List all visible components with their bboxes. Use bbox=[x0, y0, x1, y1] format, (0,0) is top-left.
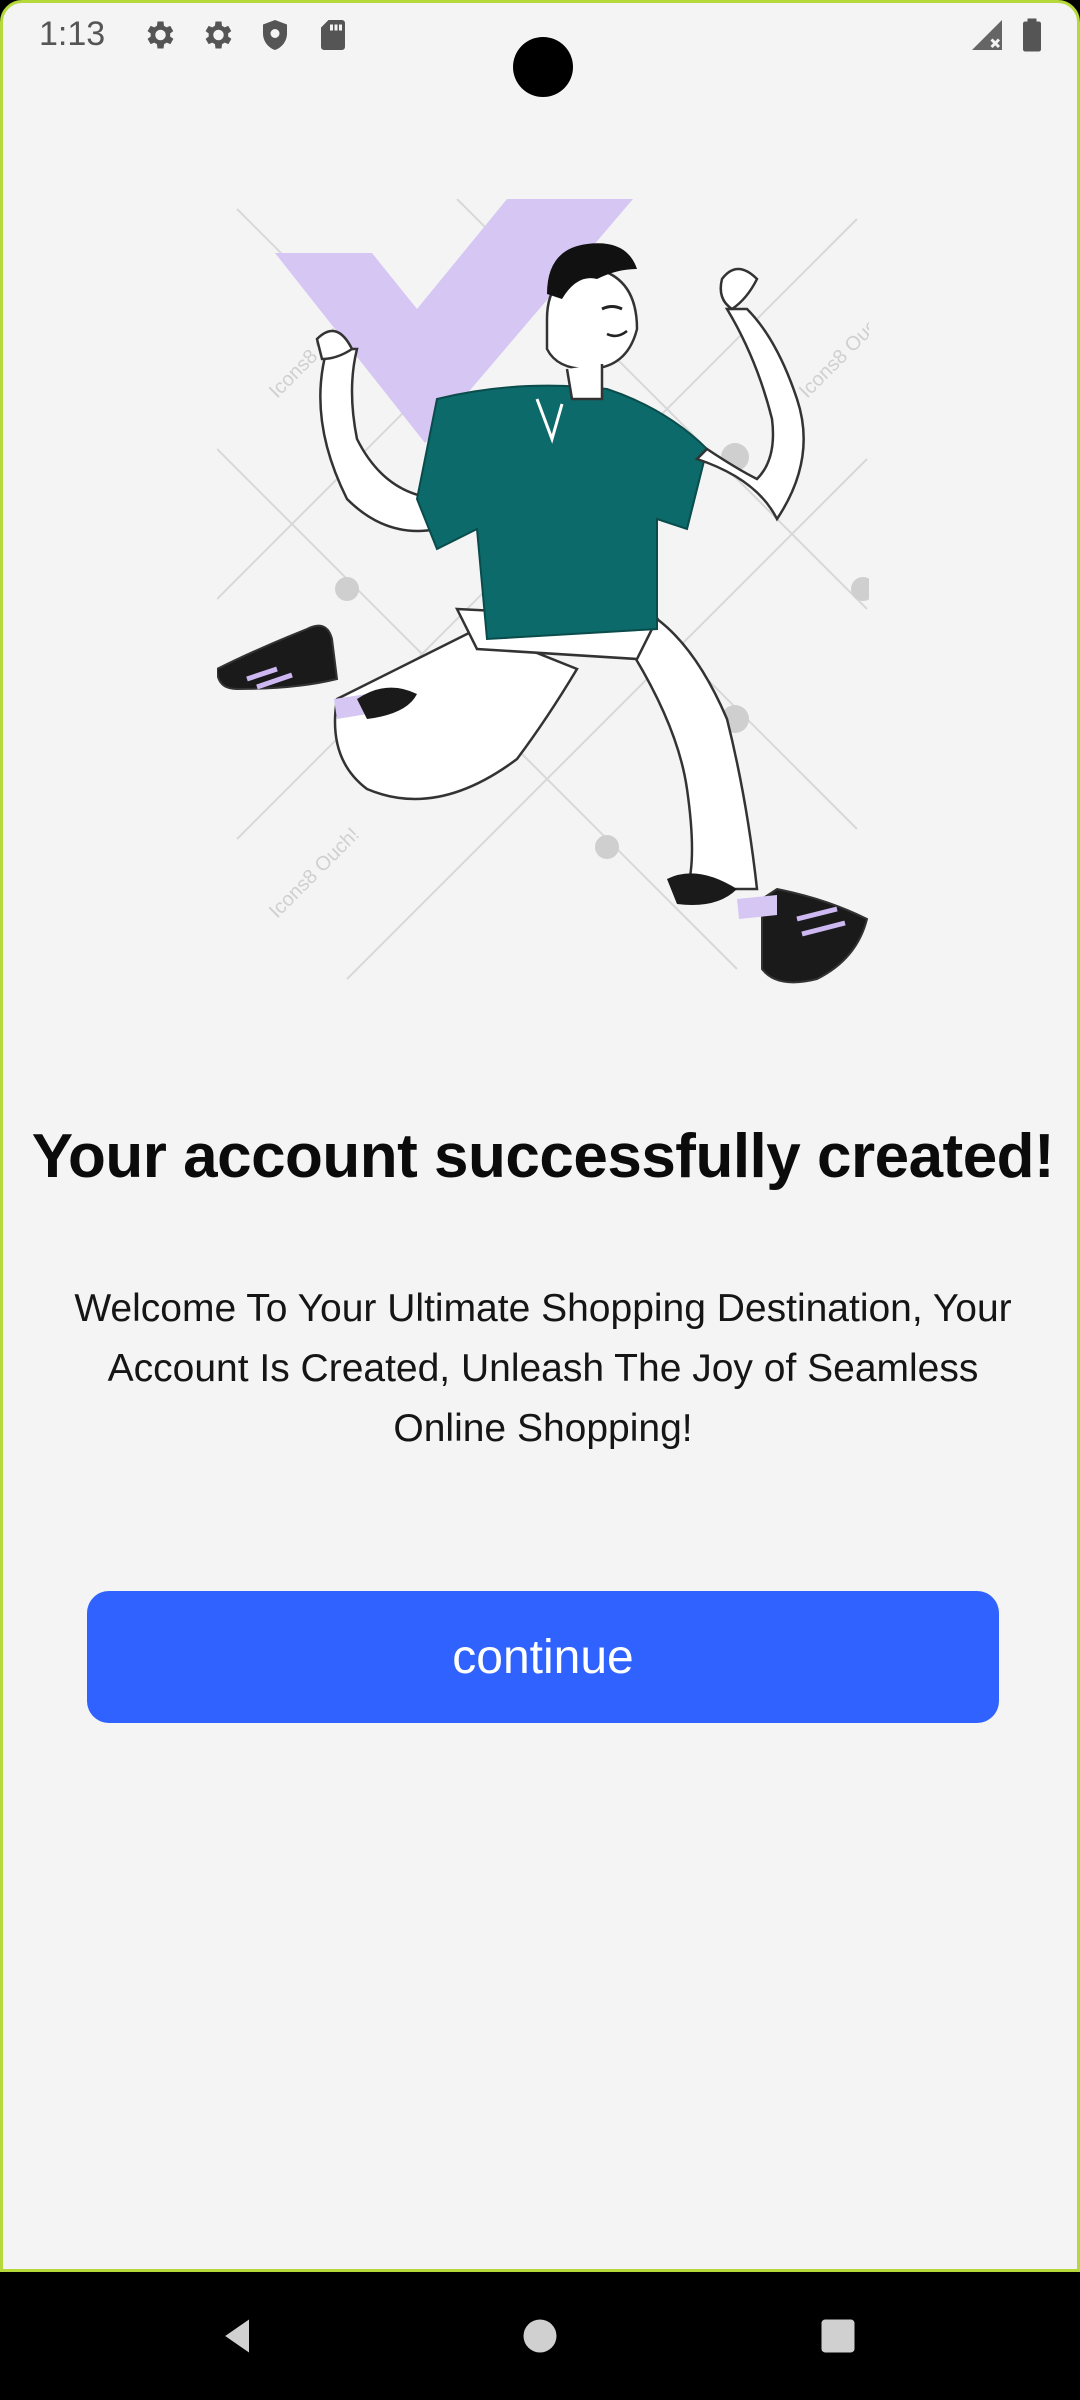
right-shoe bbox=[761, 887, 869, 984]
sd-card-icon bbox=[315, 17, 351, 53]
continue-button[interactable]: continue bbox=[87, 1591, 999, 1723]
signal-no-data-icon bbox=[969, 17, 1005, 53]
recents-icon[interactable] bbox=[808, 2306, 868, 2366]
battery-icon bbox=[1017, 17, 1047, 53]
svg-text:Icons8 Ouch!: Icons8 Ouch! bbox=[265, 824, 364, 923]
back-icon[interactable] bbox=[208, 2306, 268, 2366]
welcome-message: Welcome To Your Ultimate Shopping Destin… bbox=[74, 1287, 1012, 1450]
camera-cutout bbox=[513, 37, 573, 97]
right-arm bbox=[694, 307, 805, 522]
svg-text:Icons8 Ouch!: Icons8 Ouch! bbox=[795, 304, 869, 403]
page-title: Your account successfully created! bbox=[31, 1122, 1055, 1191]
home-icon[interactable] bbox=[510, 2306, 570, 2366]
status-time: 1:13 bbox=[39, 15, 106, 53]
settings-icon bbox=[199, 17, 235, 53]
running-man-checkmark-illustration: Icons8 Ouch! Icons8 Ouch! Icons8 Ouch! I… bbox=[215, 198, 894, 985]
app-screen: 1:13 Icons8 Ouch! Icons8 Ouch! Icons8 Ou… bbox=[0, 0, 1080, 2272]
shield-icon bbox=[257, 17, 293, 53]
settings-icon bbox=[141, 17, 177, 53]
system-navigation-bar bbox=[0, 2272, 1080, 2400]
shirt bbox=[415, 384, 709, 641]
